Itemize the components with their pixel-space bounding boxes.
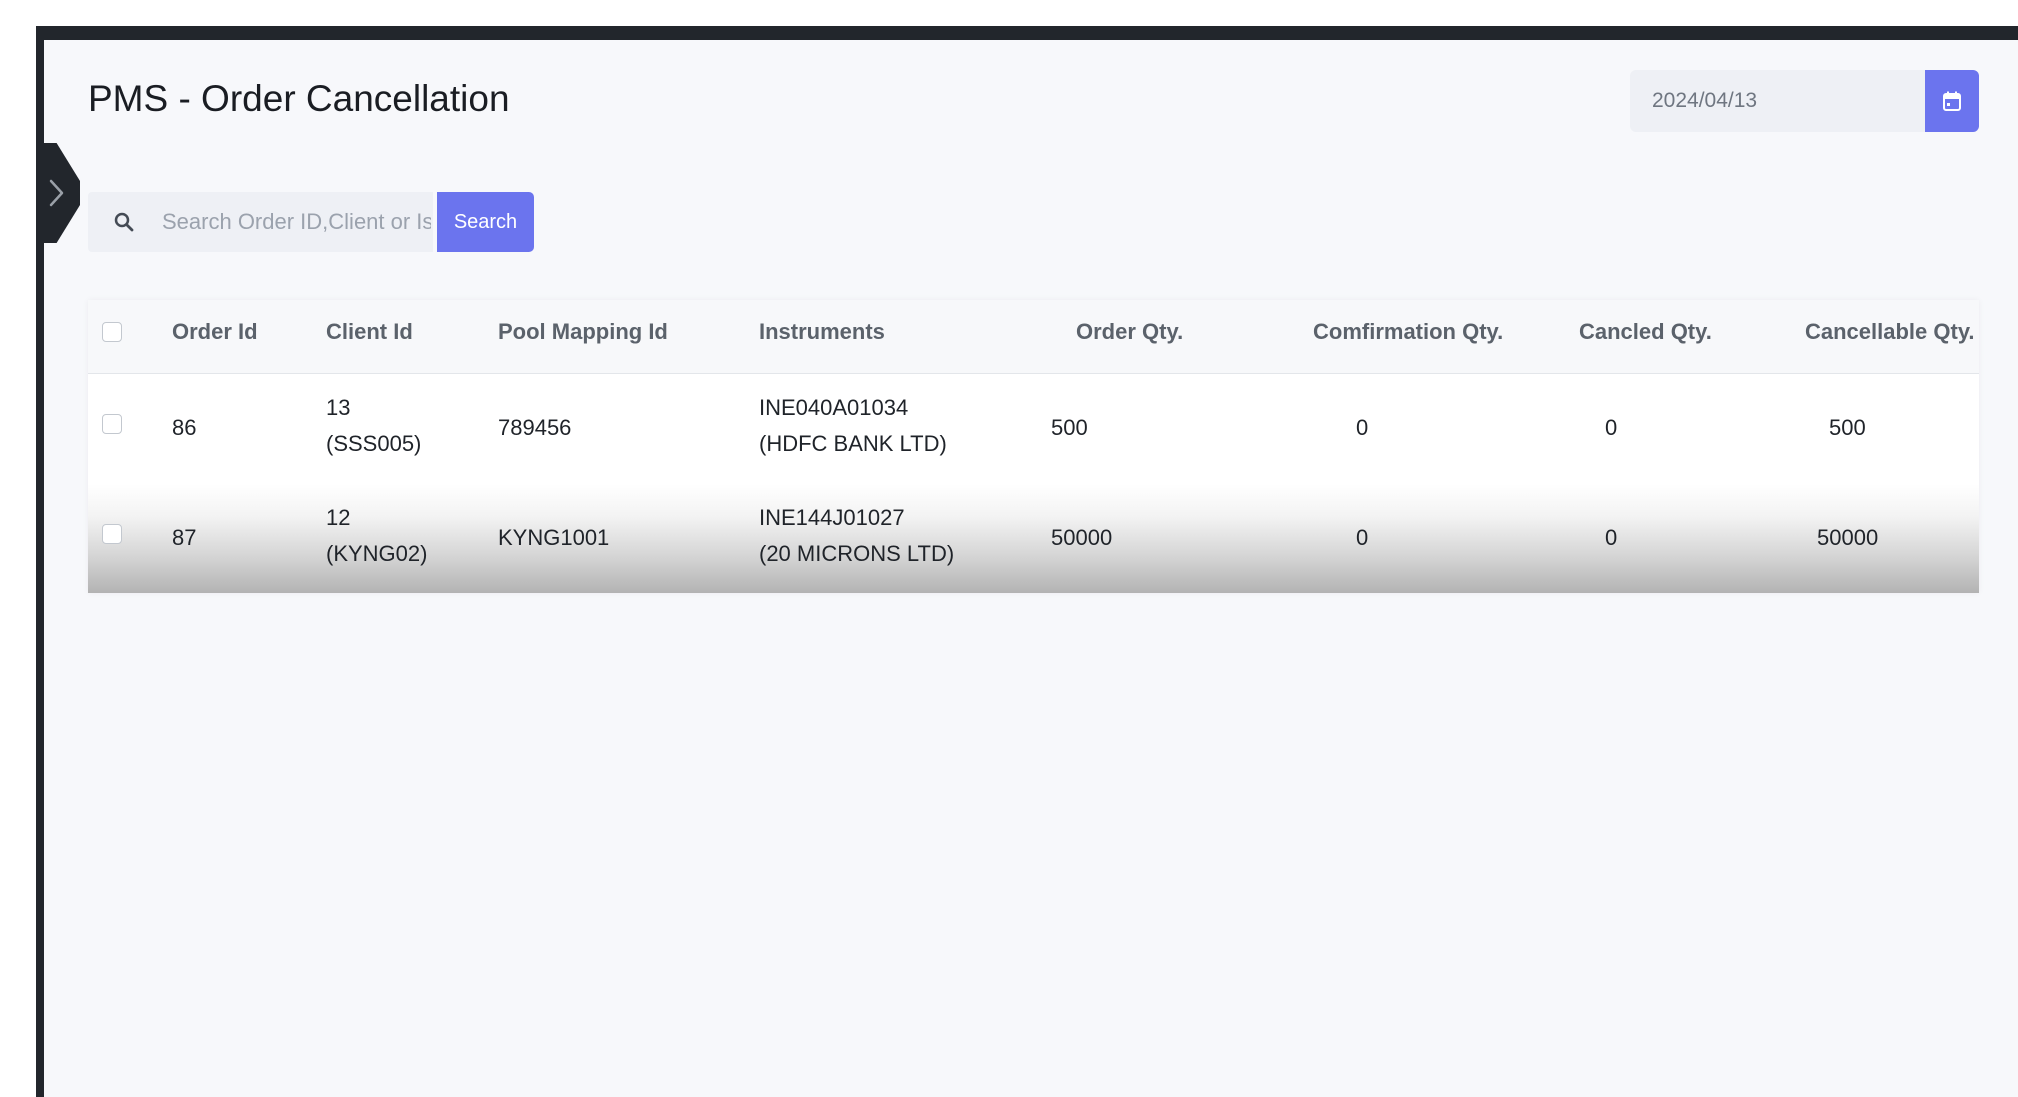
cancled-qty-cell: 0 — [1605, 525, 1618, 550]
client-id-cell: 13 — [326, 395, 351, 420]
table-row[interactable]: 87 12 (KYNG02) KYNG1001 INE144J01027 (20… — [88, 484, 1979, 593]
search-icon — [114, 212, 134, 232]
order-id-cell: 86 — [172, 415, 197, 440]
instrument-isin-cell: INE040A01034 — [759, 395, 909, 420]
order-qty-cell: 50000 — [1051, 525, 1113, 550]
client-id-cell: 12 — [326, 505, 351, 530]
header-confirmation-qty[interactable]: Comfirmation Qty. — [1313, 319, 1503, 345]
date-input[interactable] — [1630, 70, 1925, 132]
header-pool-mapping-id[interactable]: Pool Mapping Id — [498, 319, 668, 345]
search-box[interactable] — [88, 192, 433, 252]
header-client-id[interactable]: Client Id — [326, 319, 413, 345]
header-order-id[interactable]: Order Id — [172, 319, 258, 345]
order-id-cell: 87 — [172, 525, 197, 550]
instrument-name-cell: (HDFC BANK LTD) — [759, 431, 947, 456]
row-checkbox[interactable] — [102, 414, 122, 434]
header-order-qty[interactable]: Order Qty. — [1076, 319, 1183, 345]
search-input[interactable] — [160, 208, 433, 236]
calendar-button[interactable] — [1925, 70, 1979, 132]
client-code-cell: (KYNG02) — [326, 541, 428, 566]
pool-mapping-id-cell: KYNG1001 — [498, 525, 610, 550]
cancellable-qty-cell: 500 — [1829, 415, 1866, 440]
search-button[interactable]: Search — [437, 192, 534, 252]
table-row[interactable]: 86 13 (SSS005) 789456 INE040A01034 (HDFC… — [88, 374, 1979, 485]
confirmation-qty-cell: 0 — [1356, 525, 1369, 550]
pool-mapping-id-cell: 789456 — [498, 415, 572, 440]
header-cancled-qty[interactable]: Cancled Qty. — [1579, 319, 1712, 345]
page-title: PMS - Order Cancellation — [88, 78, 510, 119]
table-header: Order Id Client Id Pool Mapping Id Instr… — [88, 300, 1979, 374]
cancled-qty-cell: 0 — [1605, 415, 1618, 440]
orders-table: Order Id Client Id Pool Mapping Id Instr… — [88, 300, 1979, 593]
calendar-icon — [1943, 91, 1961, 111]
header-cancellable-qty[interactable]: Cancellable Qty. — [1805, 319, 1975, 345]
instrument-isin-cell: INE144J01027 — [759, 505, 905, 530]
client-code-cell: (SSS005) — [326, 431, 422, 456]
select-all-checkbox[interactable] — [102, 322, 122, 342]
chevron-right-icon[interactable] — [48, 178, 66, 208]
order-qty-cell: 500 — [1051, 415, 1088, 440]
row-checkbox[interactable] — [102, 524, 122, 544]
cancellable-qty-cell: 50000 — [1817, 525, 1879, 550]
date-picker[interactable] — [1630, 70, 1979, 132]
confirmation-qty-cell: 0 — [1356, 415, 1369, 440]
instrument-name-cell: (20 MICRONS LTD) — [759, 541, 955, 566]
header-instruments[interactable]: Instruments — [759, 319, 885, 345]
